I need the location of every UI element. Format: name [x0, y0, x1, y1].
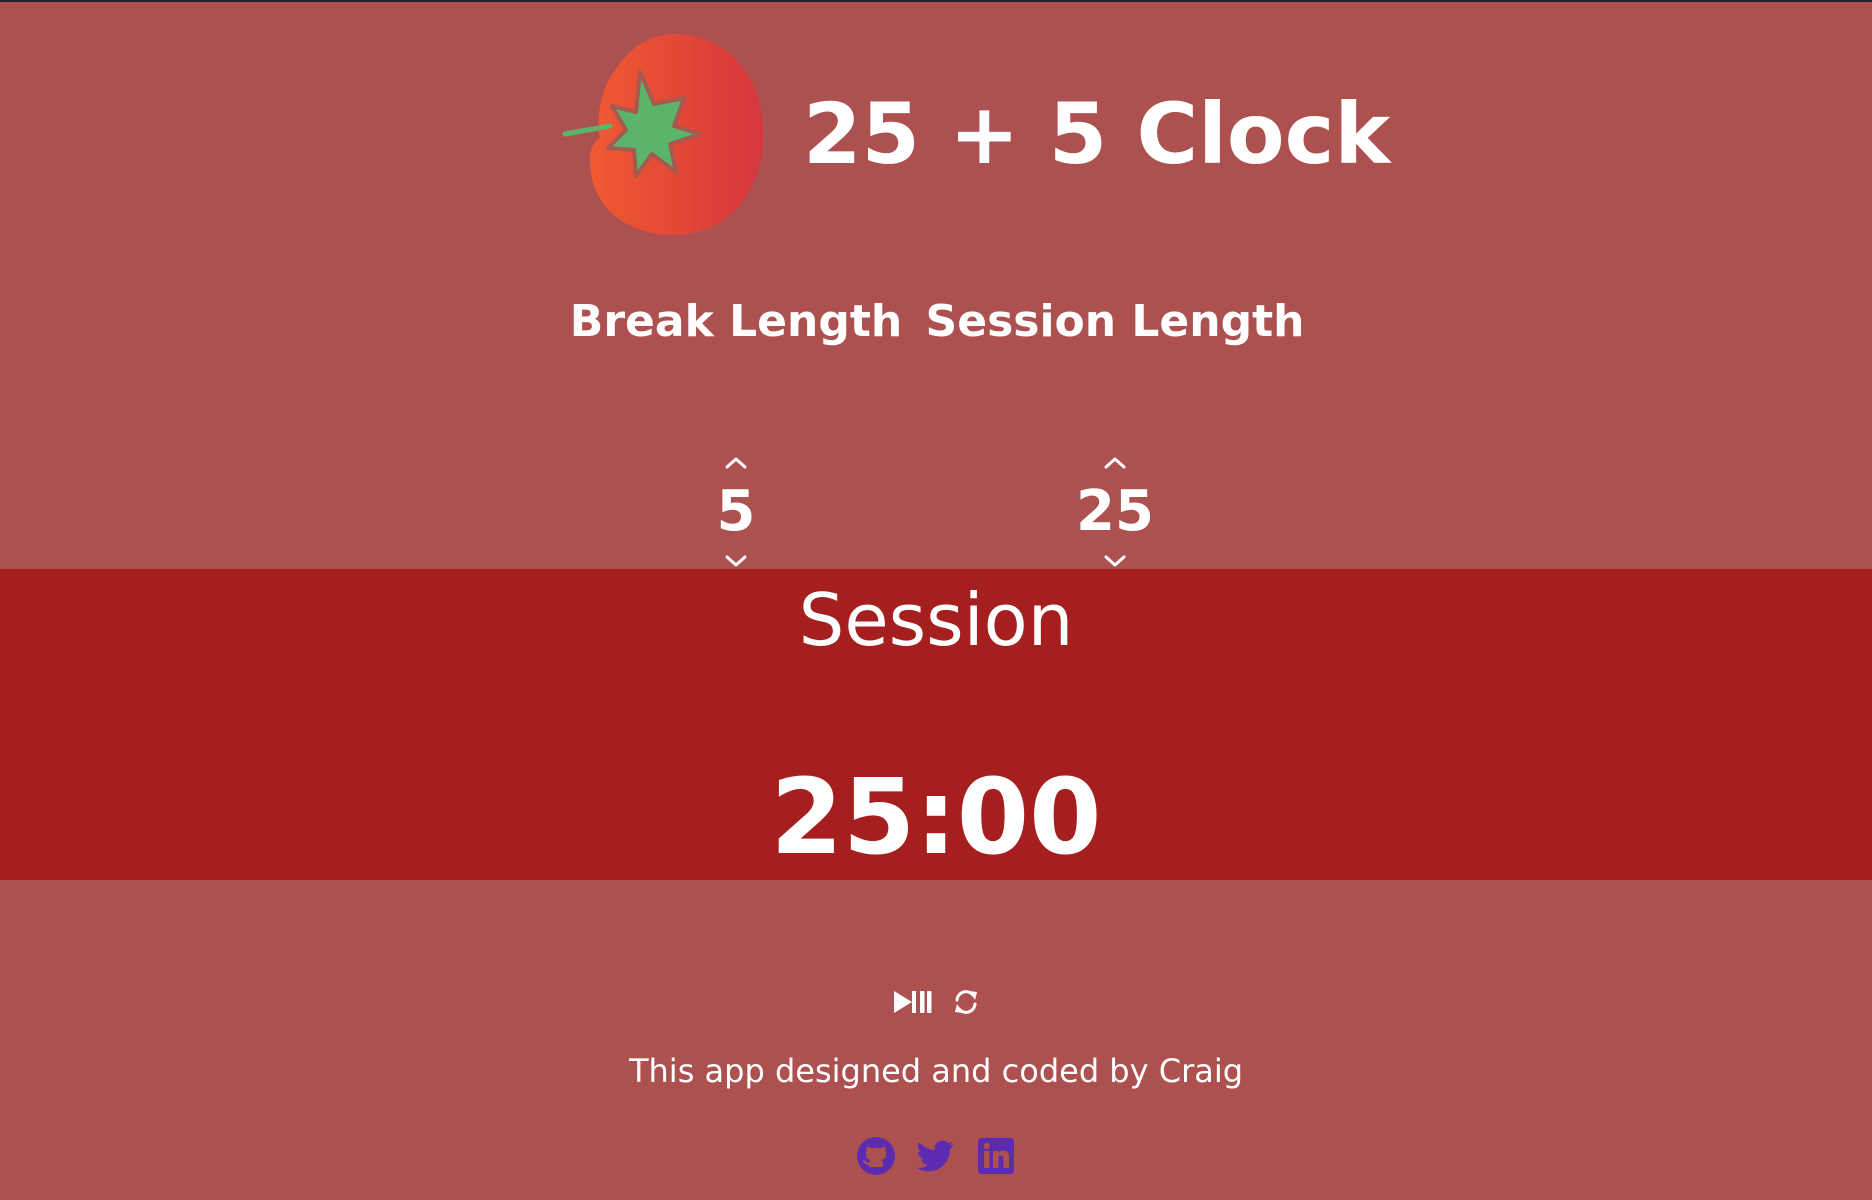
timer-controls: [0, 986, 1872, 1018]
time-left-display: 25:00: [770, 756, 1102, 878]
session-length-label: Session Length: [925, 296, 1305, 347]
github-icon: [857, 1137, 895, 1175]
chevron-up-icon: [725, 457, 747, 469]
start-stop-button[interactable]: [892, 988, 932, 1016]
break-length-label: Break Length: [569, 296, 903, 347]
tomato-icon: [560, 30, 775, 240]
break-length-value: 5: [716, 479, 756, 544]
window-top-border: [0, 0, 1872, 2]
refresh-icon: [955, 990, 977, 1014]
github-link[interactable]: [856, 1136, 896, 1176]
twitter-icon: [916, 1140, 954, 1172]
app-title: 25 + 5 Clock: [803, 85, 1391, 183]
break-length-control: Break Length 5: [546, 300, 926, 572]
credit-text: This app designed and coded by Craig: [628, 1052, 1244, 1090]
linkedin-icon: [978, 1138, 1014, 1174]
timer-label: Session: [798, 578, 1074, 662]
session-length-control: Session Length 25: [925, 300, 1305, 572]
session-length-value: 25: [1076, 479, 1154, 544]
break-increment-button[interactable]: [721, 452, 751, 474]
linkedin-link[interactable]: [976, 1136, 1016, 1176]
play-pause-icon: [894, 991, 932, 1013]
session-increment-button[interactable]: [1100, 452, 1130, 474]
social-links: [0, 1136, 1872, 1176]
reset-button[interactable]: [952, 988, 980, 1016]
twitter-link[interactable]: [916, 1136, 956, 1176]
app-header: 25 + 5 Clock: [0, 30, 1872, 240]
chevron-up-icon: [1104, 457, 1126, 469]
timer-panel: Session 25:00: [0, 569, 1872, 880]
